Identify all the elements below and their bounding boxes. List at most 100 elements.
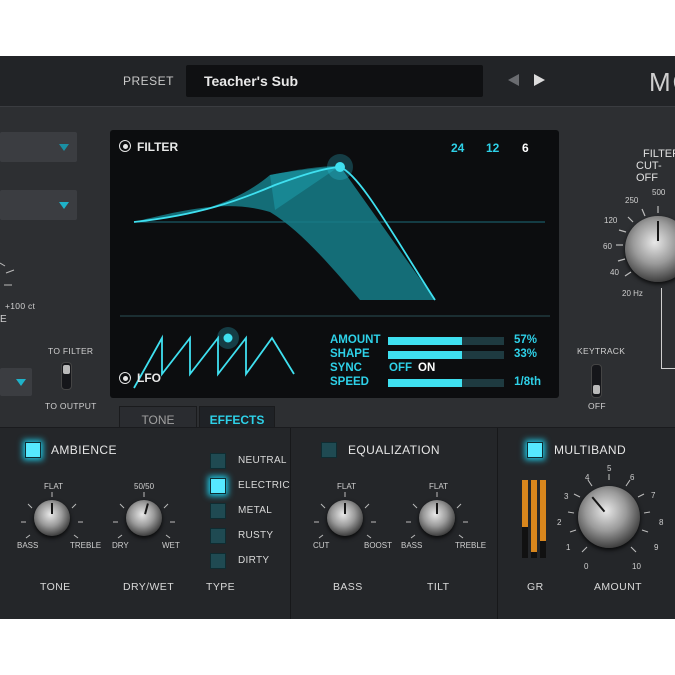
plugin-window: PRESET Teacher's Sub MO +100 ct E TO FIL… (0, 56, 675, 619)
ambience-title: AMBIENCE (51, 443, 117, 457)
preset-name: Teacher's Sub (204, 73, 299, 89)
tone-knob-ticks (21, 492, 83, 539)
cutoff-scale-40: 40 (610, 268, 619, 277)
speed-fill (388, 379, 463, 387)
shape-slider[interactable] (388, 351, 504, 359)
type-metal-led[interactable] (210, 503, 226, 519)
gr-meter-3-fill (540, 480, 546, 541)
amount-slider-2[interactable] (388, 337, 504, 345)
preset-selector[interactable]: Teacher's Sub (186, 65, 483, 97)
eq-enable-led[interactable] (321, 442, 337, 458)
to-output-label: TO OUTPUT (45, 401, 97, 411)
mb-scale-5: 5 (607, 464, 612, 473)
type-metal[interactable]: METAL (238, 505, 272, 516)
switch-handle[interactable] (63, 365, 70, 374)
keytrack-switch[interactable] (591, 364, 602, 398)
amount-fill-2 (388, 337, 463, 345)
gr-meter-3 (540, 480, 546, 558)
mb-scale-3: 3 (564, 492, 569, 501)
amount-caption: AMOUNT (594, 581, 642, 593)
gr-meter-1-fill (522, 480, 528, 527)
type-dirty[interactable]: DIRTY (238, 555, 269, 566)
type-neutral[interactable]: NEUTRAL (238, 455, 287, 466)
mb-scale-10: 10 (632, 562, 641, 571)
divider-1 (290, 428, 291, 619)
effects-panel: AMBIENCE FLAT BASS TREBLE TONE 50/50 DRY… (0, 427, 675, 619)
left-dropdown-1[interactable] (0, 132, 77, 162)
cutoff-scale-250: 250 (625, 196, 639, 205)
multiband-title: MULTIBAND (554, 443, 627, 457)
speed-slider[interactable] (388, 379, 504, 387)
left-knob-value: +100 ct (5, 301, 36, 311)
drywet-knob-ticks (113, 492, 175, 539)
mb-scale-0: 0 (584, 562, 589, 571)
cutoff-scale-20hz: 20 Hz (622, 289, 643, 298)
type-electric[interactable]: ELECTRIC (238, 480, 290, 491)
type-dirty-led[interactable] (210, 553, 226, 569)
ambience-enable-led[interactable] (25, 442, 41, 458)
tone-treble-label: TREBLE (70, 541, 102, 550)
to-filter-label: TO FILTER (48, 346, 94, 356)
cutoff-scale-60: 60 (603, 242, 612, 251)
drywet-caption: DRY/WET (123, 581, 175, 593)
eq-title: EQUALIZATION (348, 443, 440, 457)
keytrack-label: KEYTRACK (577, 346, 626, 356)
routing-switch[interactable] (61, 362, 72, 390)
mb-scale-1: 1 (566, 543, 571, 552)
eq-tilt-bass-label: BASS (401, 541, 423, 550)
eq-bass-ticks (314, 492, 376, 539)
speed-label: SPEED (330, 376, 369, 388)
keytrack-state: OFF (588, 401, 606, 411)
preset-next-icon[interactable] (534, 74, 545, 86)
multiband-enable-led[interactable] (527, 442, 543, 458)
cutoff-scale-500: 500 (652, 188, 666, 197)
amount-label-2: AMOUNT (330, 334, 381, 346)
sync-on-option[interactable]: ON (418, 362, 435, 374)
preset-label: PRESET (123, 74, 175, 88)
shape-value: 33% (513, 348, 537, 360)
keytrack-connector (661, 288, 675, 369)
sync-off-option[interactable]: OFF (389, 362, 412, 374)
left-knob-caption: E (0, 314, 7, 325)
left-dropdown-3[interactable] (0, 368, 32, 396)
eq-tilt-caption: TILT (427, 581, 450, 593)
mb-scale-6: 6 (630, 473, 635, 482)
eq-boost-label: BOOST (364, 541, 393, 550)
tone-bass-label: BASS (17, 541, 39, 550)
tone-caption: TONE (40, 581, 71, 593)
lfo-radio[interactable] (119, 372, 131, 384)
divider-2 (497, 428, 498, 619)
multiband-ticks (567, 474, 651, 553)
chevron-down-icon (59, 202, 69, 209)
gr-meter-1 (522, 480, 528, 558)
type-electric-led[interactable] (210, 478, 226, 494)
type-caption: TYPE (206, 581, 236, 593)
drywet-dry-label: DRY (112, 541, 129, 550)
mb-scale-8: 8 (659, 518, 664, 527)
gr-caption: GR (527, 581, 544, 593)
type-rusty-led[interactable] (210, 528, 226, 544)
left-knob-ticks (0, 262, 15, 286)
sync-label: SYNC (330, 362, 362, 374)
mb-scale-2: 2 (557, 518, 562, 527)
cutoff-scale-120: 120 (604, 216, 618, 225)
eq-tilt-treble-label: TREBLE (455, 541, 487, 550)
cutoff-title-2: CUT-OFF (636, 160, 662, 184)
type-neutral-led[interactable] (210, 453, 226, 469)
chevron-down-icon (59, 144, 69, 151)
shape-fill (388, 351, 463, 359)
drywet-wet-label: WET (162, 541, 180, 550)
lfo-title: LFO (137, 371, 161, 385)
left-dropdown-2[interactable] (0, 190, 77, 220)
eq-bass-caption: BASS (333, 581, 363, 593)
brand-logo: MO (649, 67, 675, 97)
mb-scale-9: 9 (654, 543, 659, 552)
preset-prev-icon[interactable] (508, 74, 519, 86)
shape-label: SHAPE (330, 348, 370, 360)
switch-handle[interactable] (593, 385, 600, 394)
mb-scale-7: 7 (651, 491, 656, 500)
cutoff-title-1: FILTER (643, 148, 675, 160)
type-rusty[interactable]: RUSTY (238, 530, 273, 541)
chevron-down-icon (16, 379, 26, 386)
top-bar: PRESET Teacher's Sub MO (0, 56, 675, 107)
